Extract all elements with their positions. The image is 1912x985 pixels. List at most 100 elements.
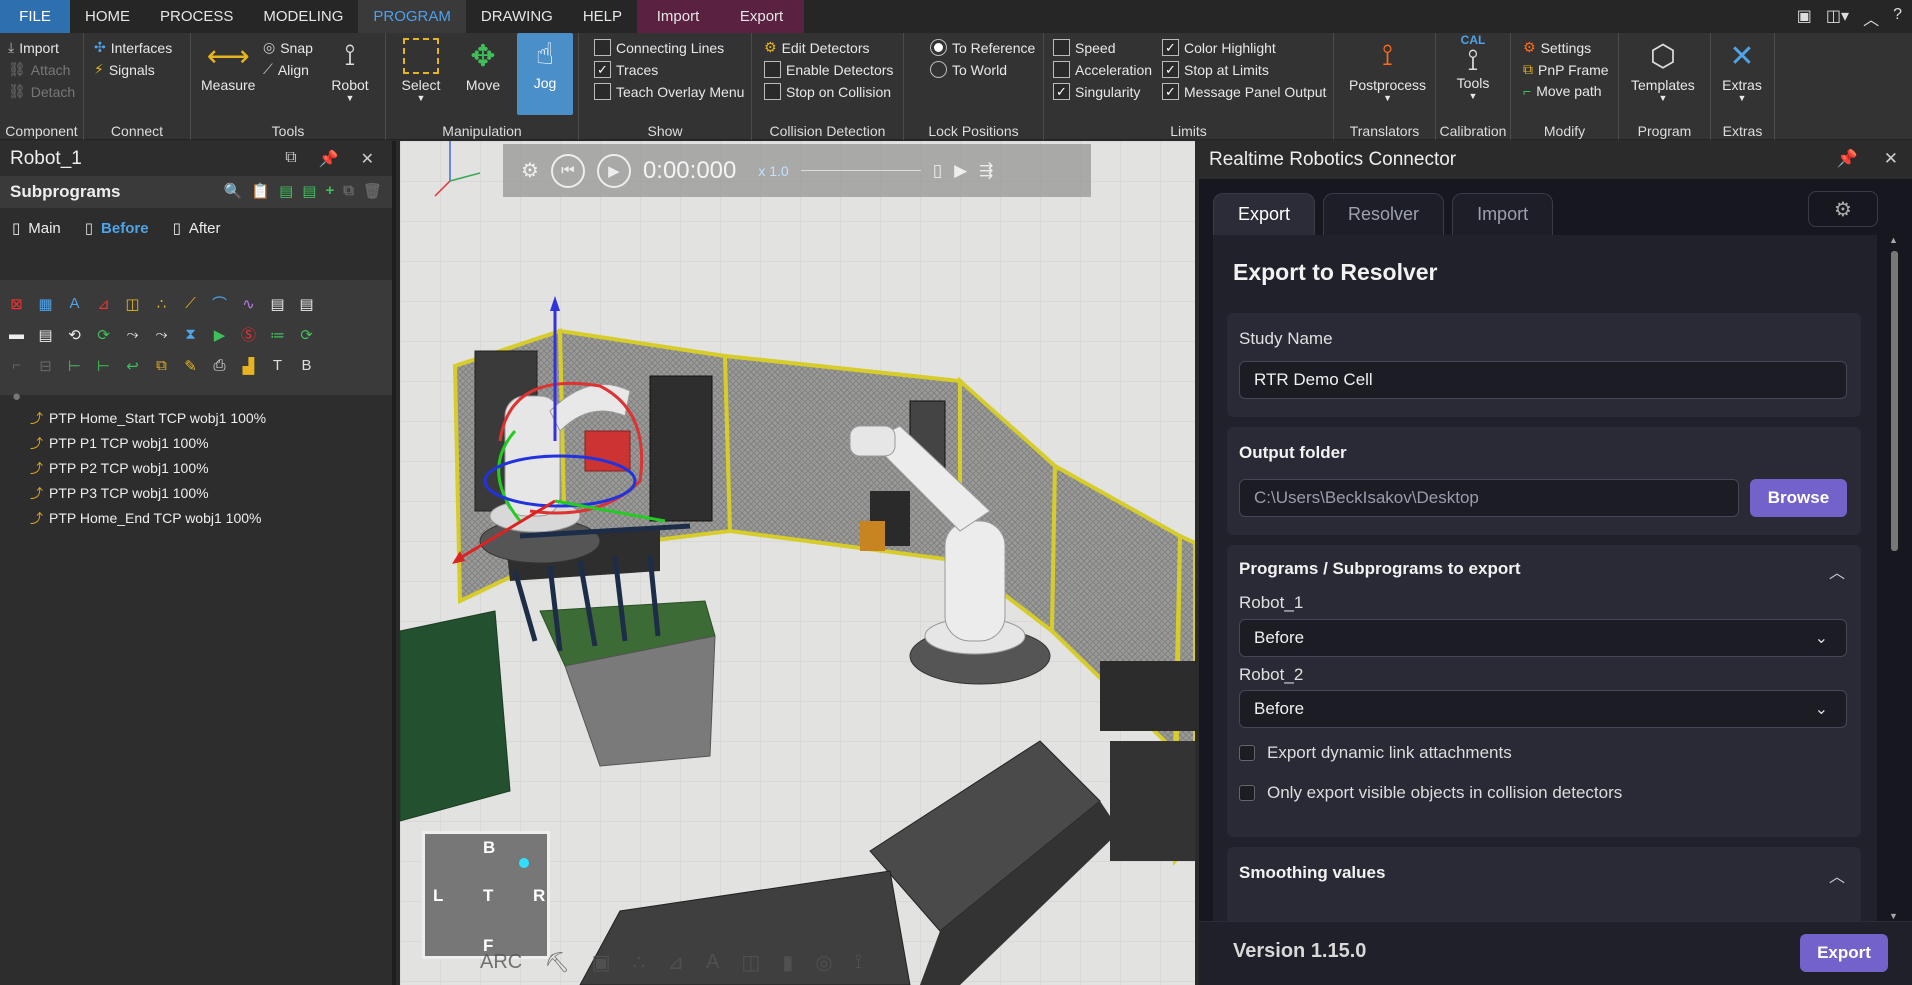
frame-icon[interactable]: ▣ xyxy=(592,950,611,975)
gear-icon[interactable]: ⚙ xyxy=(521,158,539,183)
settings-button[interactable]: ⚙ Settings xyxy=(1523,39,1591,56)
color-highlight-checkbox[interactable]: ✓ Color Highlight xyxy=(1162,39,1276,56)
calibration-tools-button[interactable]: CAL ⟟ Tools ▼ xyxy=(1452,33,1494,101)
disabled-icon[interactable]: ⌐ xyxy=(6,357,27,374)
robot-icon[interactable]: ⟟ xyxy=(855,951,862,974)
stop-on-collision-checkbox[interactable]: Stop on Collision xyxy=(764,83,891,100)
view-cube-top[interactable]: B xyxy=(483,838,495,858)
interfaces-button[interactable]: ✣ Interfaces xyxy=(94,39,172,56)
tab-resolver[interactable]: Resolver xyxy=(1323,193,1445,235)
speed-checkbox[interactable]: Speed xyxy=(1053,39,1115,56)
only-visible-objects-checkbox[interactable]: Only export visible objects in collision… xyxy=(1239,783,1622,803)
collapse-ribbon-icon[interactable]: ︿ xyxy=(1863,6,1879,30)
rewind-button[interactable]: ⏮ xyxy=(550,153,585,188)
message-panel-checkbox[interactable]: ✓ Message Panel Output xyxy=(1162,83,1326,100)
list-icon[interactable]: ≔ xyxy=(267,326,288,344)
command-row[interactable]: ⤴ PTP P1 TCP wobj1 100% xyxy=(0,430,392,455)
detach-button[interactable]: ⛓ Detach xyxy=(8,83,75,100)
return-icon[interactable]: ↩ xyxy=(122,357,143,375)
spline-icon[interactable]: ∿ xyxy=(238,295,259,313)
hourglass-icon[interactable]: ⧗ xyxy=(180,326,201,343)
target-icon[interactable]: ◎ xyxy=(815,950,832,975)
command-row[interactable]: ⤴ PTP Home_End TCP wobj1 100% xyxy=(0,505,392,530)
group-icon[interactable]: ⧉ xyxy=(151,357,172,374)
select-button[interactable]: Select ▼ xyxy=(400,35,442,103)
play-button[interactable]: ▶ xyxy=(596,153,631,188)
frame-icon[interactable]: ⊠ xyxy=(6,295,27,313)
grid-icon[interactable]: ▦ xyxy=(35,295,56,313)
acceleration-checkbox[interactable]: Acceleration xyxy=(1053,61,1152,78)
connecting-lines-checkbox[interactable]: Connecting Lines xyxy=(594,39,724,56)
subtab-before[interactable]: ▯ Before xyxy=(85,219,149,238)
delete-icon[interactable]: 🗑 xyxy=(363,182,382,200)
browse-button[interactable]: Browse xyxy=(1750,479,1847,517)
menu-tab-import[interactable]: Import xyxy=(637,0,720,33)
speed-slider[interactable] xyxy=(800,170,921,171)
chevron-up-icon[interactable]: ︿ xyxy=(1829,863,1845,887)
pnp-frame-button[interactable]: ⧉ PnP Frame xyxy=(1523,61,1609,78)
script-icon[interactable]: ✎ xyxy=(180,357,201,375)
import-button[interactable]: ⤓ Import xyxy=(8,39,59,56)
record-icon[interactable]: ● xyxy=(6,388,27,405)
postprocess-button[interactable]: ⟟ Postprocess ▼ xyxy=(1349,35,1426,103)
signals-button[interactable]: ⚡ Signals xyxy=(94,61,155,78)
attach-button[interactable]: ⛓ Attach xyxy=(8,61,70,78)
close-icon[interactable]: ✕ xyxy=(361,149,374,169)
loop-icon[interactable]: ⟲ xyxy=(64,326,85,344)
scrollbar-thumb[interactable] xyxy=(1891,251,1898,551)
menu-tab-export[interactable]: Export xyxy=(719,0,805,33)
layers-icon[interactable]: ◫ xyxy=(741,950,760,975)
text-icon[interactable]: A xyxy=(64,295,85,312)
output-folder-input[interactable]: C:\Users\BeckIsakov\Desktop xyxy=(1239,479,1739,517)
view-cube-corner[interactable] xyxy=(519,858,529,868)
enable-detectors-checkbox[interactable]: Enable Detectors xyxy=(764,61,893,78)
stop-sign-icon[interactable]: Ⓢ xyxy=(238,324,259,345)
study-name-input[interactable]: RTR Demo Cell xyxy=(1239,361,1847,399)
circ-icon[interactable]: ⌒ xyxy=(209,293,230,314)
view-cube-center[interactable]: T xyxy=(483,886,493,906)
to-world-radio[interactable]: To World xyxy=(930,61,1007,78)
print-icon[interactable]: ⎙ xyxy=(209,357,230,374)
robot1-program-select[interactable]: Before ⌄ xyxy=(1239,619,1847,657)
play-icon[interactable]: ▶ xyxy=(209,326,230,344)
repeat-icon[interactable]: ⟳ xyxy=(93,326,114,344)
ptp-icon[interactable]: ∴ xyxy=(151,295,172,313)
move-path-button[interactable]: ⌐ Move path xyxy=(1523,83,1602,99)
angle-icon[interactable]: ⊿ xyxy=(93,295,114,313)
pin-icon[interactable]: 📌 xyxy=(319,149,339,169)
help-icon[interactable]: ? xyxy=(1893,6,1902,30)
scroll-down-icon[interactable]: ▼ xyxy=(1889,911,1898,921)
extras-button[interactable]: ✕ Extras ▼ xyxy=(1721,35,1763,104)
layers-icon[interactable]: ◫ xyxy=(122,295,143,313)
menu-tab-home[interactable]: HOME xyxy=(70,0,145,33)
notes-icon[interactable]: ▤ xyxy=(296,295,317,313)
arc-label[interactable]: ARC xyxy=(480,951,522,974)
disabled-icon[interactable]: ⊟ xyxy=(35,357,56,375)
menu-tab-drawing[interactable]: DRAWING xyxy=(466,0,568,33)
align-button[interactable]: ⟋ Align xyxy=(263,61,309,78)
clipboard-icon[interactable]: 📋 xyxy=(251,182,270,200)
tool-b-icon[interactable]: B xyxy=(296,357,317,374)
subtab-main[interactable]: ▯ Main xyxy=(12,219,61,238)
stop-at-limits-checkbox[interactable]: ✓ Stop at Limits xyxy=(1162,61,1269,78)
add-icon[interactable]: + xyxy=(325,182,334,200)
snap-button[interactable]: ◎ Snap xyxy=(263,39,313,56)
chevron-up-icon[interactable]: ︿ xyxy=(1829,559,1845,583)
singularity-checkbox[interactable]: ✓ Singularity xyxy=(1053,83,1140,100)
if-icon[interactable]: ⊢ xyxy=(64,357,85,375)
menu-tab-process[interactable]: PROCESS xyxy=(145,0,248,33)
restore-layout-icon[interactable]: ▣ xyxy=(1797,6,1812,30)
jog-button[interactable]: ☝ Jog xyxy=(517,33,573,115)
menu-tab-modeling[interactable]: MODELING xyxy=(248,0,358,33)
3d-viewport[interactable]: ⚙ ⏮ ▶ 0:00:000 x 1.0 ▯ ▶ ⇶ B L T R F ARC… xyxy=(400,141,1195,985)
settings-button[interactable]: ⚙ xyxy=(1808,191,1878,227)
subtab-after[interactable]: ▯ After xyxy=(173,219,221,238)
scrollbar[interactable]: ▲ ▼ xyxy=(1889,235,1899,921)
text-icon[interactable]: A xyxy=(706,951,719,974)
tool-t-icon[interactable]: T xyxy=(267,357,288,374)
else-icon[interactable]: ⊢ xyxy=(93,357,114,375)
edit-detectors-button[interactable]: ⚙ Edit Detectors xyxy=(764,39,870,56)
move-button[interactable]: ✥ Move xyxy=(462,35,504,94)
signal-icon[interactable]: ▮ xyxy=(782,950,793,975)
export-button[interactable]: Export xyxy=(1800,934,1888,972)
